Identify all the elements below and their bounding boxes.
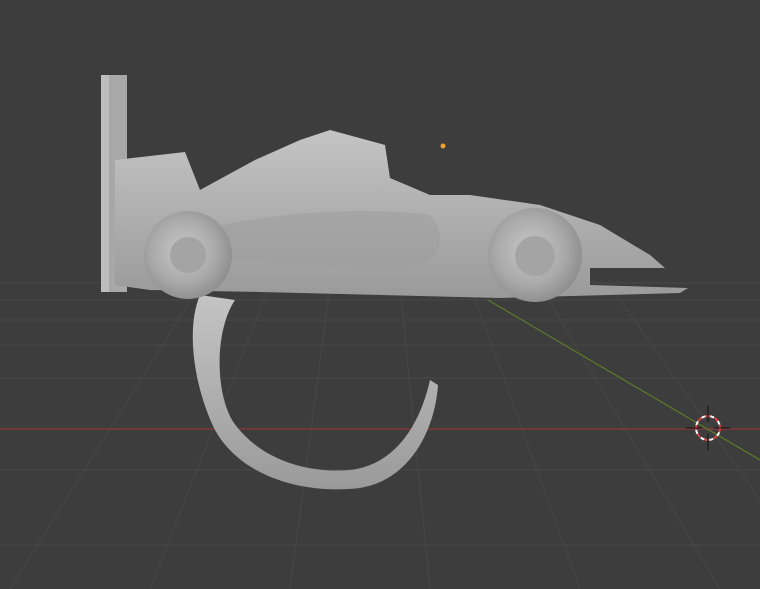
f1-ring-model[interactable] [101,75,688,490]
ring-band [192,295,438,490]
3d-cursor-icon[interactable] [686,406,730,450]
floor-grid [0,282,760,589]
object-origin-icon[interactable] [440,143,446,149]
y-axis-line [487,299,760,461]
3d-viewport[interactable] [0,0,760,589]
viewport-canvas[interactable] [0,0,760,589]
